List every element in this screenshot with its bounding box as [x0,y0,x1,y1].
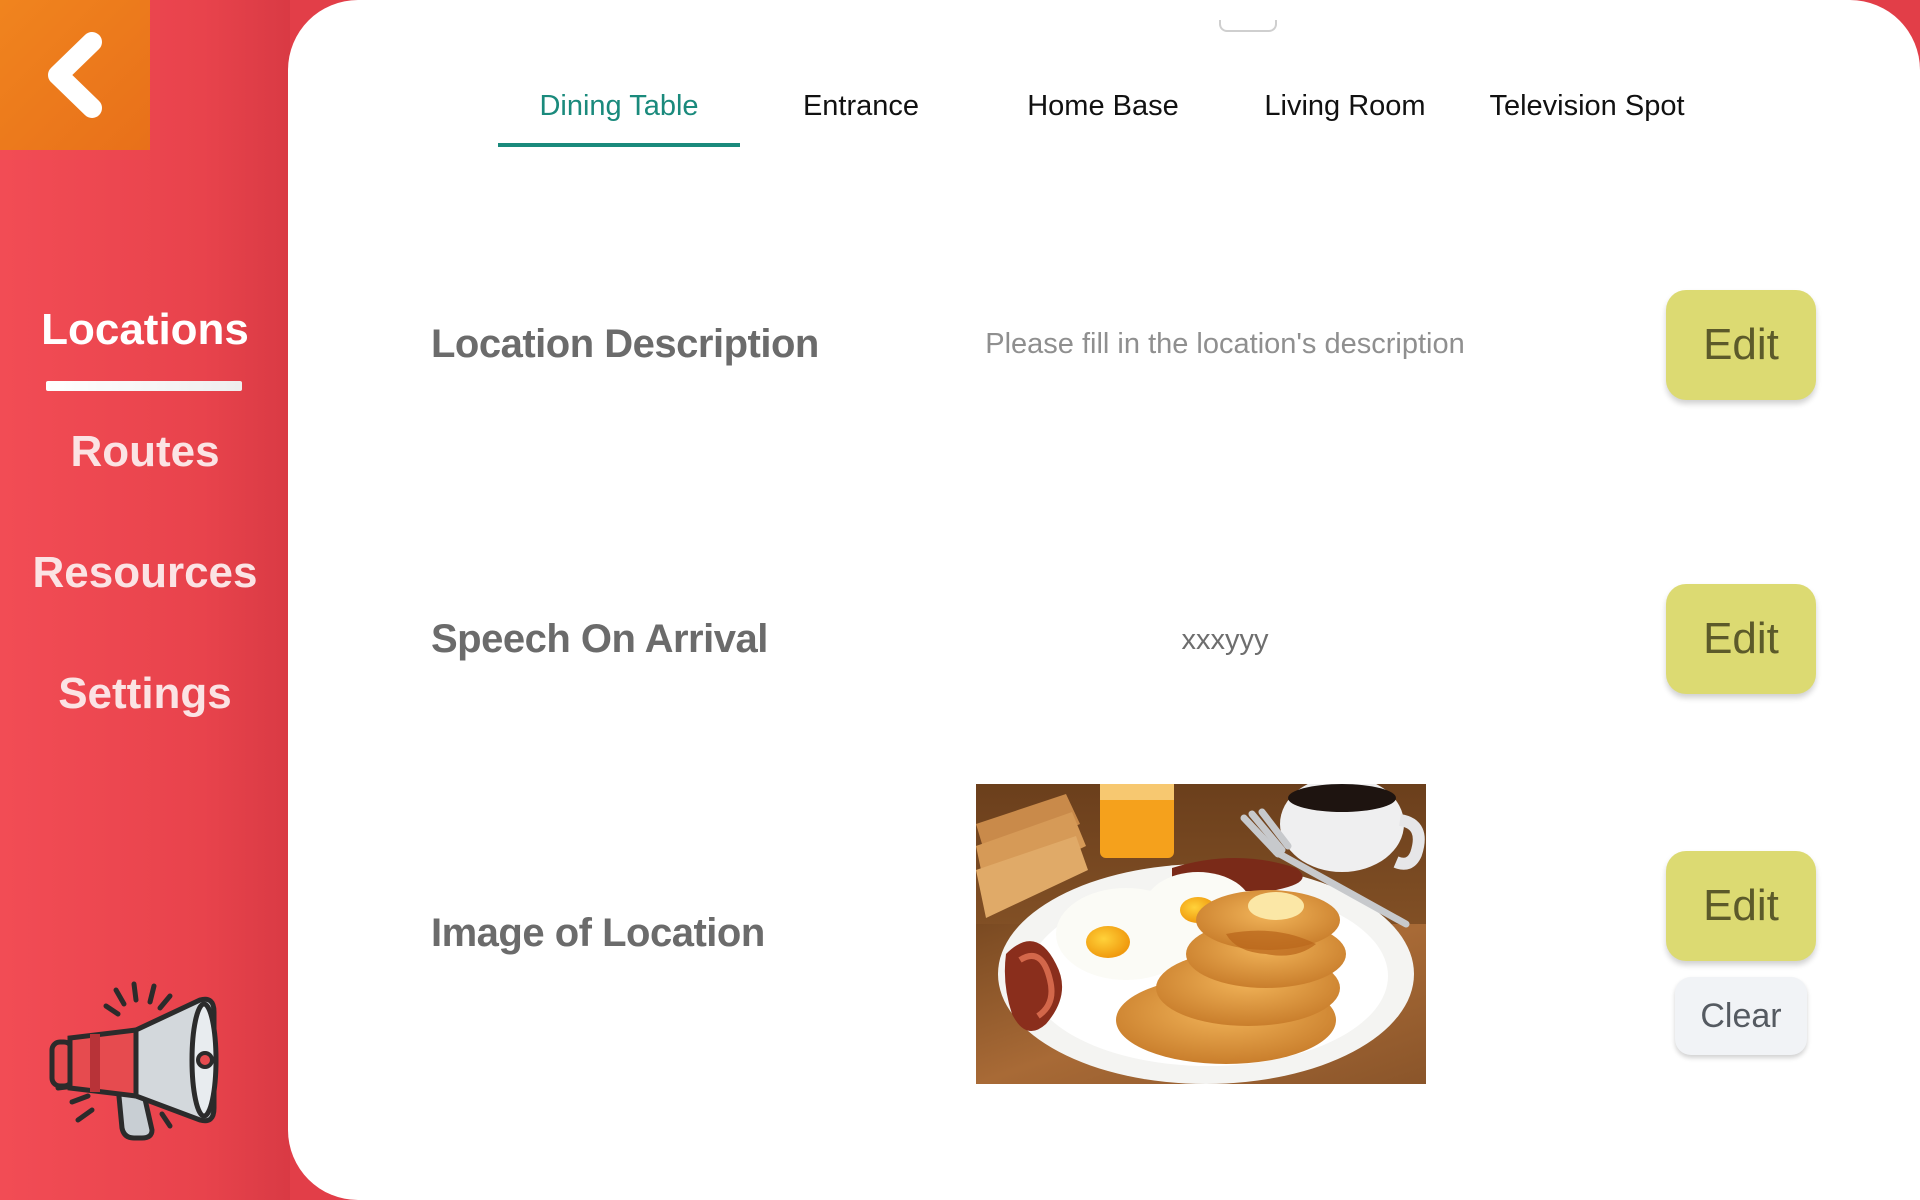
tab-active-indicator [498,143,740,147]
sidebar-item-resources[interactable]: Resources [0,548,290,598]
image-of-location-label: Image of Location [431,911,765,955]
clear-image-button[interactable]: Clear [1675,977,1807,1055]
back-button[interactable] [0,0,150,150]
sidebar-item-settings[interactable]: Settings [0,669,290,719]
tab-living-room[interactable]: Living Room [1224,90,1466,146]
location-image [976,784,1426,1084]
location-description-label: Location Description [431,322,819,366]
sidebar-active-indicator [46,381,242,391]
location-description-value: Please fill in the location's descriptio… [985,328,1465,360]
megaphone-icon[interactable] [44,978,224,1146]
edit-description-button[interactable]: Edit [1666,290,1816,400]
sidebar: Locations Routes Resources Settings [0,0,290,1200]
edit-speech-button[interactable]: Edit [1666,584,1816,694]
tab-entrance[interactable]: Entrance [740,90,982,146]
chevron-left-icon [48,32,102,118]
speech-on-arrival-label: Speech On Arrival [431,617,768,661]
tab-television-spot[interactable]: Television Spot [1466,90,1708,146]
sidebar-item-locations[interactable]: Locations [0,305,290,355]
edit-image-button[interactable]: Edit [1666,851,1816,961]
tab-dining-table[interactable]: Dining Table [498,90,740,146]
sidebar-item-routes[interactable]: Routes [0,427,290,477]
tab-home-base[interactable]: Home Base [982,90,1224,146]
drawer-handle[interactable] [1219,20,1277,32]
speech-on-arrival-value: xxxyyy [1181,624,1269,656]
